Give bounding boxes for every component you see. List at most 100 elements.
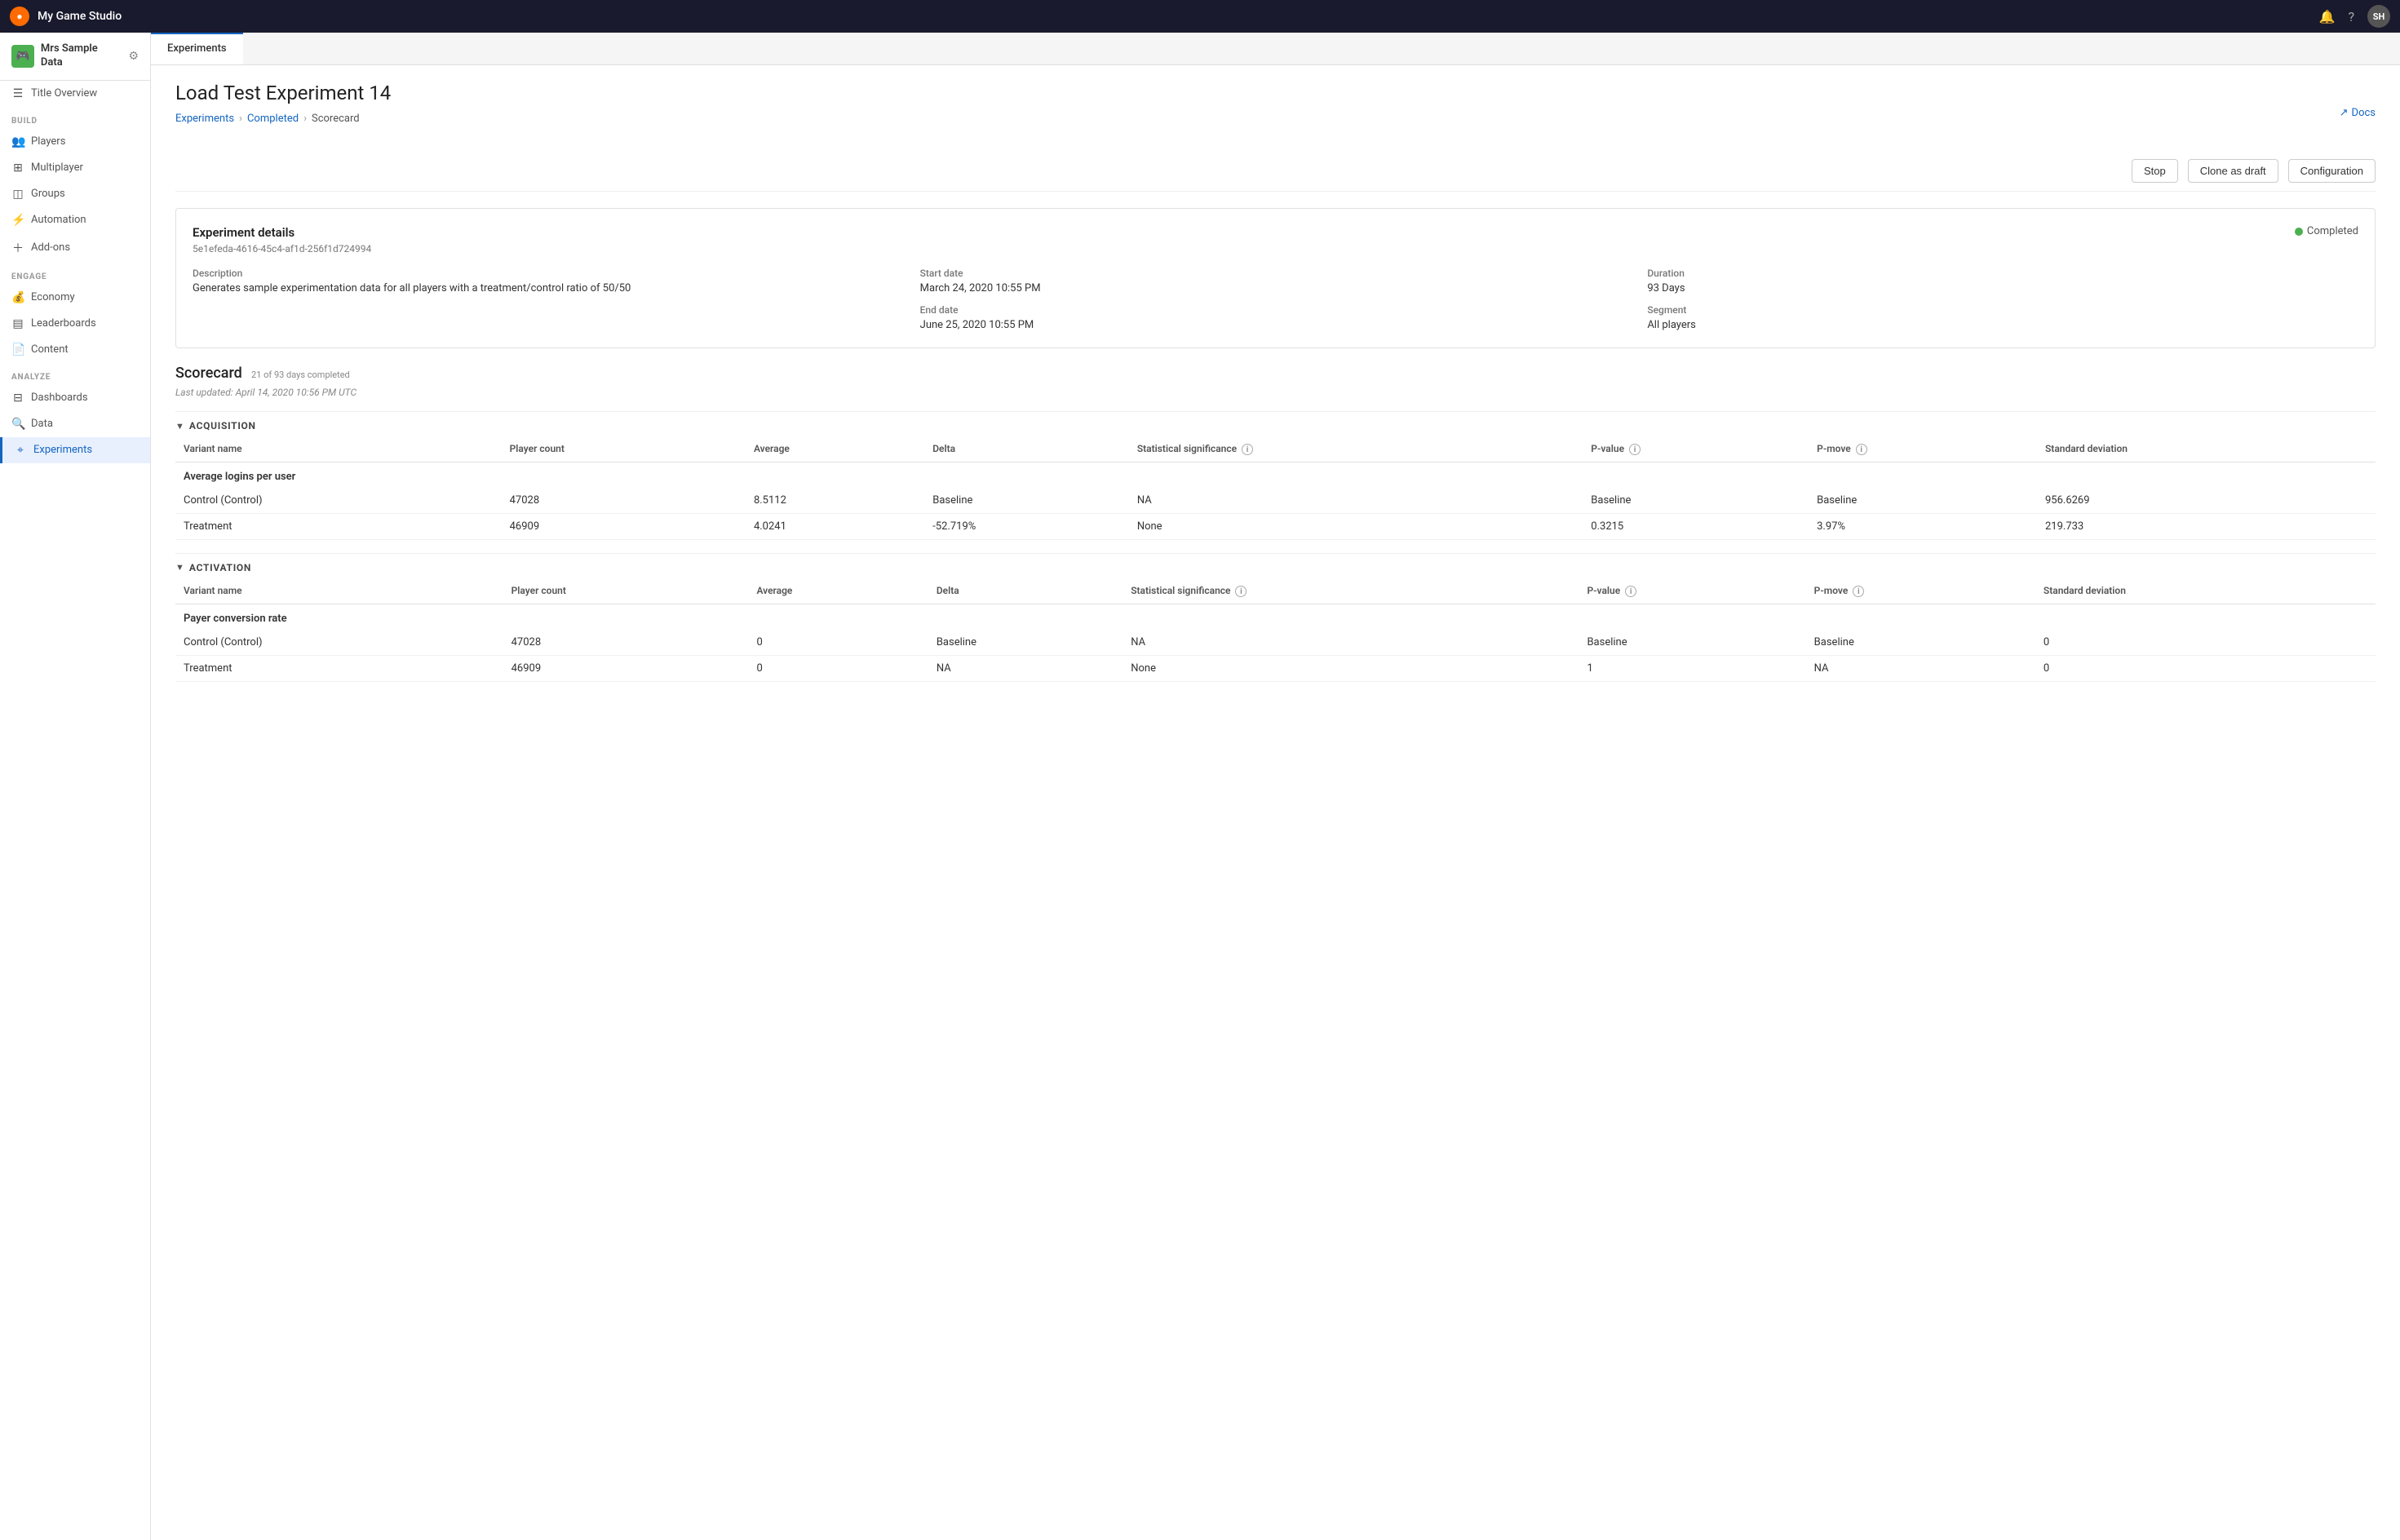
col-player-count-act: Player count xyxy=(503,578,749,604)
acq-row1-stat-sig: NA xyxy=(1129,488,1583,514)
sidebar-label-content: Content xyxy=(31,343,69,356)
leaderboards-icon: ▤ xyxy=(11,317,24,330)
dashboards-icon: ⊟ xyxy=(11,392,24,405)
sidebar-item-experiments[interactable]: ⌖ Experiments xyxy=(0,437,150,463)
economy-icon: 💰 xyxy=(11,291,24,304)
experiment-id: 5e1efeda-4616-45c4-af1d-256f1d724994 xyxy=(193,243,371,254)
status-badge: Completed xyxy=(2295,225,2358,237)
data-icon: 🔍 xyxy=(11,418,24,431)
acquisition-collapse-icon[interactable]: ▼ xyxy=(175,421,184,431)
sidebar-label-experiments: Experiments xyxy=(33,444,92,456)
sidebar-item-groups[interactable]: ◫ Groups xyxy=(0,181,150,207)
act-row2-average: 0 xyxy=(748,655,928,681)
dates-field: Start date March 24, 2020 10:55 PM End d… xyxy=(920,268,1632,331)
end-date-label: End date xyxy=(920,304,1632,316)
help-icon[interactable]: ? xyxy=(2348,9,2354,24)
activation-section-label: ACTIVATION xyxy=(189,562,251,573)
col-average-act: Average xyxy=(748,578,928,604)
activation-section-header: ▼ ACTIVATION xyxy=(175,553,2376,578)
notifications-icon[interactable]: 🔔 xyxy=(2319,9,2336,24)
sidebar-item-dashboards[interactable]: ⊟ Dashboards xyxy=(0,385,150,411)
acq-row1-average: 8.5112 xyxy=(746,488,924,514)
app-body: 🎮 Mrs Sample Data ⚙ ☰ Title Overview BUI… xyxy=(0,33,2400,1540)
app-logo: ● xyxy=(10,7,29,26)
sidebar-item-automation[interactable]: ⚡ Automation xyxy=(0,207,150,233)
card-header: Experiment details 5e1efeda-4616-45c4-af… xyxy=(193,225,2358,254)
sidebar-label-addons: Add-ons xyxy=(31,241,70,254)
scorecard-last-updated: Last updated: April 14, 2020 10:56 PM UT… xyxy=(175,387,2376,398)
acquisition-section-header: ▼ ACQUISITION xyxy=(175,411,2376,436)
sidebar-label-economy: Economy xyxy=(31,291,75,303)
sidebar-item-content[interactable]: 📄 Content xyxy=(0,337,150,363)
players-icon: 👥 xyxy=(11,135,24,148)
sidebar-item-addons[interactable]: ＋ Add-ons xyxy=(0,233,150,263)
title-overview-icon: ☰ xyxy=(11,87,24,100)
pmove-info-icon[interactable]: i xyxy=(1856,444,1867,455)
user-avatar[interactable]: SH xyxy=(2367,5,2390,28)
sidebar-item-data[interactable]: 🔍 Data xyxy=(0,411,150,437)
sidebar-item-players[interactable]: 👥 Players xyxy=(0,129,150,155)
detail-grid: Description Generates sample experimenta… xyxy=(193,268,2358,331)
sidebar-label-automation: Automation xyxy=(31,214,86,226)
sidebar-item-multiplayer[interactable]: ⊞ Multiplayer xyxy=(0,155,150,181)
stop-button[interactable]: Stop xyxy=(2132,159,2178,183)
act-row1-pmove: Baseline xyxy=(1806,630,2035,656)
sidebar-label-title-overview: Title Overview xyxy=(31,87,97,100)
groups-icon: ◫ xyxy=(11,188,24,201)
acq-row2-variant: Treatment xyxy=(175,513,502,539)
breadcrumb-experiments[interactable]: Experiments xyxy=(175,113,234,125)
stat-sig-act-info-icon[interactable]: i xyxy=(1235,586,1246,597)
addons-icon: ＋ xyxy=(11,240,24,256)
act-row2-variant: Treatment xyxy=(175,655,503,681)
description-field: Description Generates sample experimenta… xyxy=(193,268,904,331)
top-bar-actions: 🔔 ? SH xyxy=(2319,5,2390,28)
sidebar-item-economy[interactable]: 💰 Economy xyxy=(0,285,150,311)
configuration-button[interactable]: Configuration xyxy=(2288,159,2376,183)
acq-row2-average: 4.0241 xyxy=(746,513,924,539)
clone-as-draft-button[interactable]: Clone as draft xyxy=(2188,159,2278,183)
main-content: Load Test Experiment 14 Experiments › Co… xyxy=(151,65,2400,1540)
acq-row2-pmove: 3.97% xyxy=(1809,513,2037,539)
sidebar-label-groups: Groups xyxy=(31,188,65,200)
breadcrumb-scorecard: Scorecard xyxy=(312,113,360,125)
duration-value: 93 Days xyxy=(1647,282,2358,294)
sidebar-label-leaderboards: Leaderboards xyxy=(31,317,96,330)
settings-icon[interactable]: ⚙ xyxy=(128,50,139,63)
acquisition-table: Variant name Player count Average Delta … xyxy=(175,436,2376,540)
scorecard-section: Scorecard 21 of 93 days completed Last u… xyxy=(175,365,2376,682)
description-label: Description xyxy=(193,268,904,279)
table-row: Control (Control) 47028 8.5112 Baseline … xyxy=(175,488,2376,514)
duration-label: Duration xyxy=(1647,268,2358,279)
acq-row1-std-dev: 956.6269 xyxy=(2037,488,2376,514)
col-pmove: P-move i xyxy=(1809,436,2037,462)
stat-sig-info-icon[interactable]: i xyxy=(1242,444,1253,455)
experiment-details-card: Experiment details 5e1efeda-4616-45c4-af… xyxy=(175,208,2376,348)
sidebar-item-leaderboards[interactable]: ▤ Leaderboards xyxy=(0,311,150,337)
activation-collapse-icon[interactable]: ▼ xyxy=(175,562,184,573)
experiments-icon: ⌖ xyxy=(14,444,27,457)
act-row1-stat-sig: NA xyxy=(1123,630,1579,656)
pvalue-info-icon[interactable]: i xyxy=(1629,444,1641,455)
acquisition-section-label: ACQUISITION xyxy=(189,420,256,431)
breadcrumb-completed[interactable]: Completed xyxy=(247,113,299,125)
table-row: Treatment 46909 0 NA None 1 NA 0 xyxy=(175,655,2376,681)
col-variant: Variant name xyxy=(175,436,502,462)
col-stat-sig: Statistical significance i xyxy=(1129,436,1583,462)
sidebar-label-dashboards: Dashboards xyxy=(31,392,88,404)
act-row2-delta: NA xyxy=(928,655,1123,681)
act-row1-pvalue: Baseline xyxy=(1579,630,1805,656)
description-value: Generates sample experimentation data fo… xyxy=(193,282,904,294)
sidebar-label-multiplayer: Multiplayer xyxy=(31,162,83,174)
scorecard-title: Scorecard xyxy=(175,365,242,382)
col-delta: Delta xyxy=(924,436,1129,462)
section-build-label: BUILD xyxy=(0,107,150,129)
acq-row1-pmove: Baseline xyxy=(1809,488,2037,514)
tab-experiments[interactable]: Experiments xyxy=(151,33,243,64)
pvalue-act-info-icon[interactable]: i xyxy=(1625,586,1636,597)
pmove-act-info-icon[interactable]: i xyxy=(1853,586,1864,597)
docs-link[interactable]: ↗ Docs xyxy=(2340,107,2376,119)
act-row1-average: 0 xyxy=(748,630,928,656)
duration-segment-field: Duration 93 Days Segment All players xyxy=(1647,268,2358,331)
sidebar-item-title-overview[interactable]: ☰ Title Overview xyxy=(0,81,150,107)
acq-row1-delta: Baseline xyxy=(924,488,1129,514)
